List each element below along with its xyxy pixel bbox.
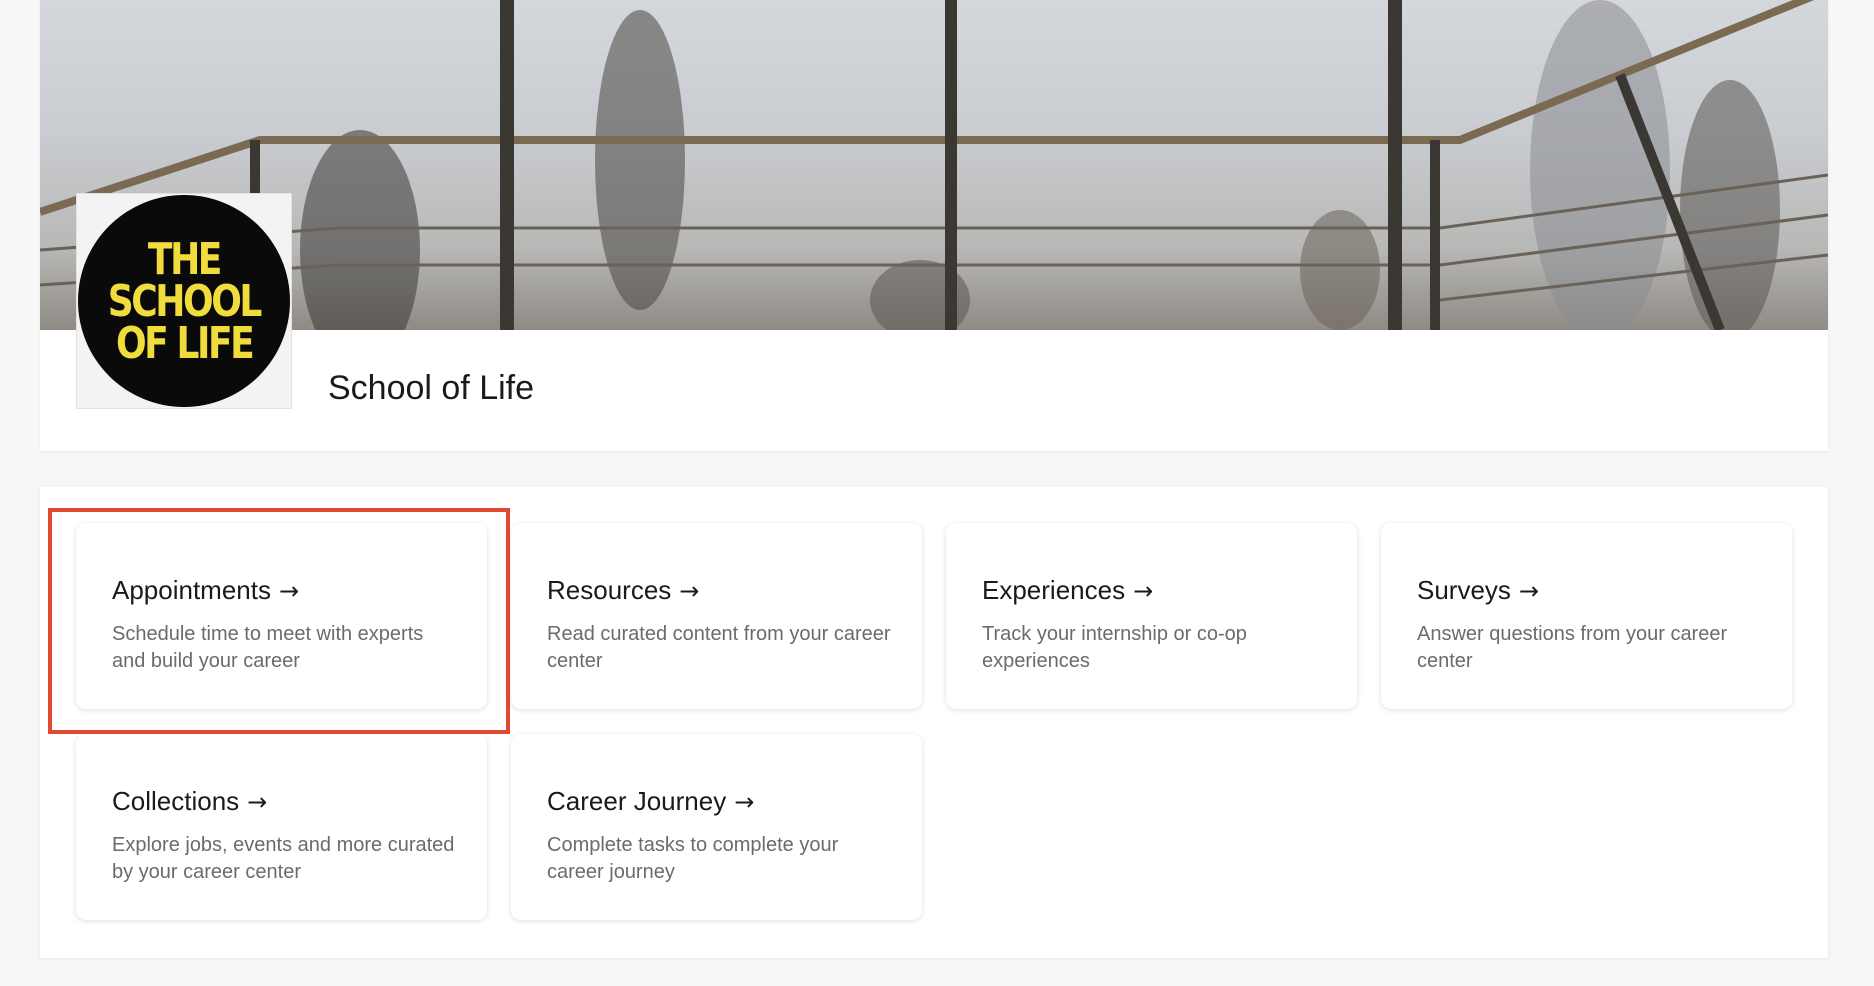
tile-description: Track your internship or co-op experienc… — [982, 623, 1247, 672]
organization-logo: THE SCHOOL OF LIFE — [76, 193, 292, 409]
page-title: School of Life — [328, 369, 535, 407]
tile-description: Read curated content from your career ce… — [547, 623, 891, 672]
tile-resources[interactable]: Resources → Read curated content from you… — [511, 523, 922, 709]
tile-collections[interactable]: Collections → Explore jobs, events and mo… — [76, 734, 487, 920]
tile-title-label: Surveys — [1417, 575, 1511, 605]
arrow-right-icon: → — [679, 577, 700, 605]
tile-title: Experiences → — [982, 575, 1153, 606]
arrow-right-icon: → — [1133, 577, 1154, 605]
logo-circle: THE SCHOOL OF LIFE — [78, 195, 290, 407]
tile-title: Appointments → — [112, 575, 299, 606]
arrow-right-icon: → — [247, 788, 268, 816]
arrow-right-icon: → — [734, 788, 755, 816]
logo-text-line-2: SCHOOL — [107, 276, 263, 327]
logo-text-line-1: THE — [147, 234, 223, 285]
profile-card: THE SCHOOL OF LIFE School of Life — [40, 0, 1828, 451]
arrow-right-icon: → — [1518, 577, 1540, 605]
tile-title: Resources → — [547, 575, 699, 606]
tile-appointments[interactable]: Appointments → Schedule time to meet with… — [76, 523, 487, 709]
tile-title-label: Collections — [112, 786, 240, 816]
tile-title: Career Journey → — [547, 786, 754, 817]
tile-title: Surveys → — [1417, 575, 1539, 606]
tile-description: Schedule time to meet with experts and b… — [112, 623, 424, 672]
tile-career-journey[interactable]: Career Journey → Complete tasks to comple… — [511, 734, 922, 920]
arrow-right-icon: → — [278, 577, 300, 605]
tile-description: Complete tasks to complete your career j… — [547, 834, 839, 883]
feature-tiles-panel: Appointments → Schedule time to meet with… — [40, 487, 1828, 958]
banner-image — [40, 0, 1828, 330]
tile-title-label: Experiences — [982, 575, 1126, 605]
tile-title: Collections → — [112, 786, 267, 817]
tile-title-label: Career Journey — [547, 786, 727, 816]
tile-description: Explore jobs, events and more curated by… — [112, 834, 455, 883]
tile-title-label: Appointments — [112, 575, 271, 605]
tile-description: Answer questions from your career center — [1417, 623, 1728, 672]
tile-experiences[interactable]: Experiences → Track your internship or co… — [946, 523, 1357, 709]
logo-text-line-3: OF LIFE — [115, 318, 255, 369]
tile-surveys[interactable]: Surveys → Answer questions from your care… — [1381, 523, 1792, 709]
tile-title-label: Resources — [547, 575, 672, 605]
